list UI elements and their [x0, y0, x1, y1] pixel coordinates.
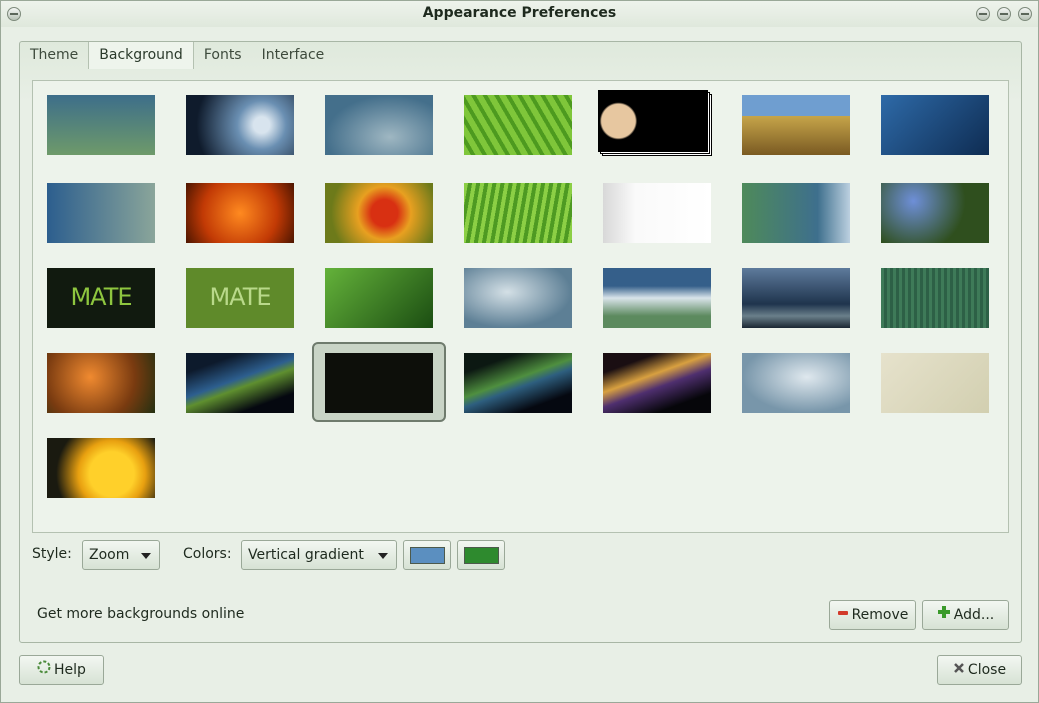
style-combo[interactable]: Zoom — [82, 540, 160, 570]
wallpaper-thumb-water-drop[interactable] — [186, 95, 294, 155]
style-label: Style: — [32, 546, 72, 562]
tab-theme[interactable]: Theme — [20, 42, 88, 69]
colors-combo-value: Vertical gradient — [248, 547, 364, 563]
style-combo-value: Zoom — [89, 547, 130, 563]
wallpaper-thumb-beach-grass[interactable] — [742, 95, 850, 155]
close-icon — [953, 656, 965, 684]
secondary-color-swatch — [464, 547, 499, 564]
close-button-label: Close — [967, 662, 1007, 678]
wallpaper-thumb-green-leaf[interactable] — [464, 95, 572, 155]
tab-interface[interactable]: Interface — [252, 42, 335, 69]
minimize-icon[interactable] — [976, 7, 990, 21]
preferences-notebook: Theme Background Fonts Interface MATE MAT… — [19, 41, 1022, 643]
get-more-backgrounds-link[interactable]: Get more backgrounds online — [37, 606, 244, 622]
tab-strip: Theme Background Fonts Interface — [20, 42, 334, 70]
wallpaper-thumb-blue-drops[interactable] — [47, 183, 155, 243]
wallpaper-thumb-blue-white-wave[interactable] — [603, 268, 711, 328]
wallpaper-thumb-blue-green-gradient[interactable] — [47, 95, 155, 155]
help-button[interactable]: Help — [19, 655, 104, 685]
wallpaper-thumb-mate-green[interactable]: MATE — [186, 268, 294, 328]
close-button[interactable]: Close — [937, 655, 1022, 685]
remove-icon — [837, 601, 849, 629]
wallpaper-thumb-soft-waves-blue[interactable] — [464, 268, 572, 328]
primary-color-swatch — [410, 547, 445, 564]
wallpaper-thumb-storm-sea[interactable] — [742, 268, 850, 328]
tab-fonts[interactable]: Fonts — [194, 42, 252, 69]
help-button-label: Help — [54, 662, 86, 678]
add-icon — [937, 601, 951, 629]
wallpaper-thumb-aurora-1[interactable] — [186, 353, 294, 413]
tab-background[interactable]: Background — [88, 42, 194, 69]
add-button[interactable]: Add... — [922, 600, 1009, 630]
secondary-color-button[interactable] — [457, 540, 505, 570]
wallpaper-thumb-green-stripes[interactable] — [881, 268, 989, 328]
wallpaper-thumb-green-grass[interactable] — [464, 183, 572, 243]
remove-button-label: Remove — [851, 607, 909, 623]
wallpaper-thumb-blue-waves[interactable] — [325, 95, 433, 155]
mate-logo-icon: MATE — [70, 283, 132, 311]
primary-color-button[interactable] — [403, 540, 451, 570]
colors-combo[interactable]: Vertical gradient — [241, 540, 397, 570]
wallpaper-thumb-dark-aurora[interactable] — [325, 353, 433, 413]
add-button-label: Add... — [953, 607, 995, 623]
wallpaper-thumb-dandelion[interactable] — [47, 353, 155, 413]
appearance-preferences-window: Appearance Preferences Theme Background … — [0, 0, 1039, 703]
wallpaper-thumb-mate-light[interactable] — [603, 183, 711, 243]
wallpaper-thumb-yellow-flower[interactable] — [47, 438, 155, 498]
window-title: Appearance Preferences — [422, 5, 617, 21]
wallpaper-thumb-green-blue-edge[interactable] — [742, 183, 850, 243]
wallpaper-thumb-cream-fabric[interactable] — [881, 353, 989, 413]
wallpaper-thumb-red-marigold[interactable] — [325, 183, 433, 243]
wallpaper-thumb-blue-curves[interactable] — [742, 353, 850, 413]
wallpaper-thumb-aurora-3[interactable] — [603, 353, 711, 413]
wallpaper-thumb-blue-bubbles[interactable] — [881, 95, 989, 155]
wallpaper-thumb-blue-flowers[interactable] — [881, 183, 989, 243]
chevron-down-icon — [378, 553, 388, 559]
wallpaper-thumb-jupiter[interactable] — [598, 90, 708, 152]
title-bar[interactable]: Appearance Preferences — [1, 1, 1038, 27]
colors-label: Colors: — [183, 546, 232, 562]
remove-button[interactable]: Remove — [829, 600, 916, 630]
wallpaper-thumb-leaf-drops[interactable] — [325, 268, 433, 328]
mate-logo-icon: MATE — [209, 283, 271, 311]
wallpaper-grid[interactable]: MATE MATE — [32, 80, 1009, 533]
chevron-down-icon — [141, 553, 151, 559]
maximize-icon[interactable] — [997, 7, 1011, 21]
help-icon — [37, 656, 51, 684]
close-window-icon[interactable] — [1018, 7, 1032, 21]
wallpaper-thumb-aurora-2[interactable] — [464, 353, 572, 413]
wallpaper-thumb-orange-flower[interactable] — [186, 183, 294, 243]
wallpaper-thumb-mate-dark[interactable]: MATE — [47, 268, 155, 328]
